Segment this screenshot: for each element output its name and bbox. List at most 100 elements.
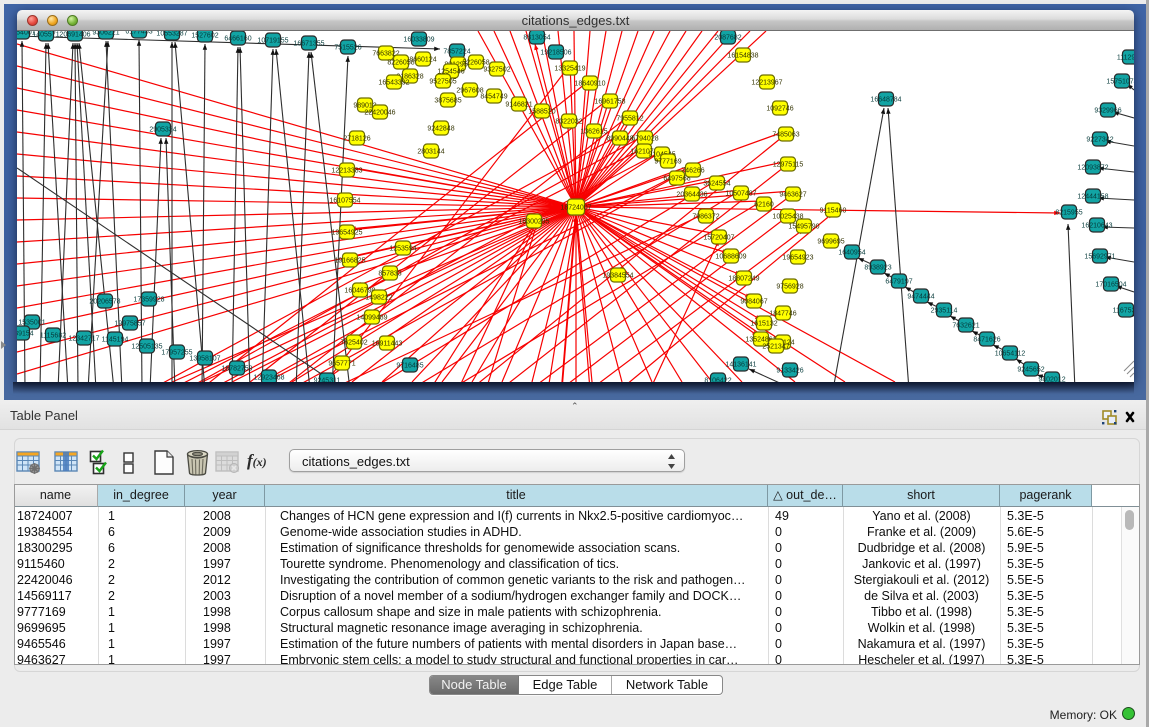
- svg-text:20364436: 20364436: [676, 191, 707, 198]
- svg-text:10507487: 10507487: [725, 190, 756, 197]
- svg-text:17957255: 17957255: [161, 349, 192, 356]
- svg-text:12444158: 12444158: [1077, 193, 1108, 200]
- svg-text:1615132: 1615132: [750, 320, 777, 327]
- svg-text:9474444: 9474444: [907, 293, 934, 300]
- svg-text:7632621: 7632621: [952, 322, 979, 329]
- svg-text:16107554: 16107554: [329, 197, 360, 204]
- svg-text:10719155: 10719155: [257, 37, 288, 44]
- svg-text:9133426: 9133426: [776, 367, 803, 374]
- svg-text:1527602: 1527602: [191, 32, 218, 39]
- svg-text:8226058: 8226058: [387, 59, 414, 66]
- svg-text:19218506: 19218506: [540, 49, 571, 56]
- svg-text:20691406: 20691406: [59, 31, 90, 38]
- svg-text:12213967: 12213967: [751, 79, 782, 86]
- svg-text:8938923: 8938923: [864, 264, 891, 271]
- svg-text:9242848: 9242848: [427, 125, 454, 132]
- svg-text:9084067: 9084067: [740, 298, 767, 305]
- svg-text:15751074: 15751074: [1106, 78, 1134, 85]
- svg-text:16033809: 16033809: [403, 36, 434, 43]
- svg-text:19975857: 19975857: [114, 320, 145, 327]
- svg-text:6794028: 6794028: [631, 135, 658, 142]
- svg-text:7857224: 7857224: [443, 48, 470, 55]
- svg-text:10688609: 10688609: [715, 253, 746, 260]
- svg-text:8471626: 8471626: [973, 336, 1000, 343]
- svg-text:3875685: 3875685: [434, 97, 461, 104]
- svg-text:9716485: 9716485: [396, 362, 423, 369]
- svg-text:12975115: 12975115: [773, 161, 804, 168]
- svg-text:10654112: 10654112: [995, 350, 1026, 357]
- svg-text:3624554: 3624554: [703, 180, 730, 187]
- svg-text:1092746: 1092746: [766, 105, 793, 112]
- svg-text:6177453: 6177453: [125, 31, 152, 35]
- svg-text:16648784: 16648784: [870, 96, 901, 103]
- svg-text:1588520: 1588520: [528, 108, 555, 115]
- svg-text:1498222: 1498222: [365, 294, 392, 301]
- svg-text:9146821: 9146821: [505, 101, 532, 108]
- svg-text:62160: 62160: [754, 201, 774, 208]
- svg-text:19654923: 19654923: [782, 254, 813, 261]
- svg-text:7955812: 7955812: [616, 115, 643, 122]
- svg-text:12923468: 12923468: [253, 374, 284, 381]
- svg-text:8454749: 8454749: [480, 93, 507, 100]
- svg-text:1405571: 1405571: [32, 31, 59, 38]
- svg-text:9527505: 9527505: [429, 78, 456, 85]
- svg-text:2521347: 2521347: [762, 343, 789, 350]
- svg-text:18300295: 18300295: [518, 218, 549, 225]
- svg-text:1145194: 1145194: [102, 336, 129, 343]
- svg-text:17016504: 17016504: [1095, 281, 1126, 288]
- svg-text:13325419: 13325419: [554, 65, 585, 72]
- svg-text:2718126: 2718126: [343, 135, 370, 142]
- svg-text:12213383: 12213383: [331, 167, 362, 174]
- svg-text:1535001: 1535001: [18, 319, 45, 326]
- svg-text:1112964: 1112964: [1117, 54, 1134, 61]
- svg-text:16210643: 16210643: [1081, 222, 1112, 229]
- svg-text:16671355: 16671355: [293, 40, 324, 47]
- svg-text:9402012: 9402012: [1038, 376, 1065, 382]
- svg-text:2803144: 2803144: [417, 148, 444, 155]
- svg-text:1847746: 1847746: [769, 310, 796, 317]
- svg-text:1362615: 1362615: [580, 128, 607, 135]
- svg-text:10553287: 10553287: [156, 31, 187, 37]
- svg-text:1640954: 1640954: [838, 249, 865, 256]
- svg-text:8990448: 8990448: [606, 135, 633, 142]
- svg-text:9777169: 9777169: [654, 158, 681, 165]
- svg-text:2905334: 2905334: [149, 126, 176, 133]
- svg-text:18640910: 18640910: [574, 80, 605, 87]
- svg-text:18807249: 18807249: [728, 275, 759, 282]
- svg-text:9756928: 9756928: [776, 283, 803, 290]
- svg-text:939154: 939154: [17, 330, 34, 337]
- svg-text:14136141: 14136141: [725, 361, 756, 368]
- svg-text:857833: 857833: [378, 270, 401, 277]
- svg-text:9327502: 9327502: [483, 66, 510, 73]
- svg-text:12093872: 12093872: [1077, 164, 1108, 171]
- svg-text:20206578: 20206578: [89, 298, 120, 305]
- svg-text:16911443: 16911443: [372, 340, 403, 347]
- svg-text:8813054: 8813054: [523, 34, 550, 41]
- svg-text:9245311: 9245311: [314, 377, 341, 382]
- svg-text:16961758: 16961758: [594, 98, 625, 105]
- svg-text:12505135: 12505135: [131, 343, 162, 350]
- svg-text:16154838: 16154838: [727, 52, 758, 59]
- svg-text:15692971: 15692971: [1084, 253, 1115, 260]
- svg-text:1115682: 1115682: [40, 332, 66, 339]
- svg-text:2087682: 2087682: [714, 34, 741, 41]
- svg-text:7515526: 7515526: [334, 44, 361, 51]
- svg-text:9227342: 9227342: [1086, 136, 1113, 143]
- svg-text:15495790: 15495790: [788, 223, 819, 230]
- svg-text:18724007: 18724007: [560, 204, 591, 211]
- svg-text:13958107: 13958107: [189, 355, 220, 362]
- svg-text:22420046: 22420046: [364, 109, 395, 116]
- svg-text:9699695: 9699695: [817, 238, 844, 245]
- svg-text:8215955: 8215955: [1055, 209, 1082, 216]
- svg-text:5226058: 5226058: [462, 59, 489, 66]
- svg-text:7625402: 7625402: [340, 339, 367, 346]
- svg-text:17359928: 17359928: [133, 296, 164, 303]
- svg-text:19654925: 19654925: [331, 229, 362, 236]
- svg-text:9657771: 9657771: [328, 360, 355, 367]
- svg-text:12342717: 12342717: [68, 335, 99, 342]
- svg-text:1253594: 1253594: [389, 245, 416, 252]
- svg-text:9306221: 9306221: [92, 31, 119, 36]
- svg-text:1167533: 1167533: [1113, 307, 1134, 314]
- svg-text:19166825: 19166825: [334, 257, 365, 264]
- svg-text:8106422: 8106422: [704, 377, 731, 382]
